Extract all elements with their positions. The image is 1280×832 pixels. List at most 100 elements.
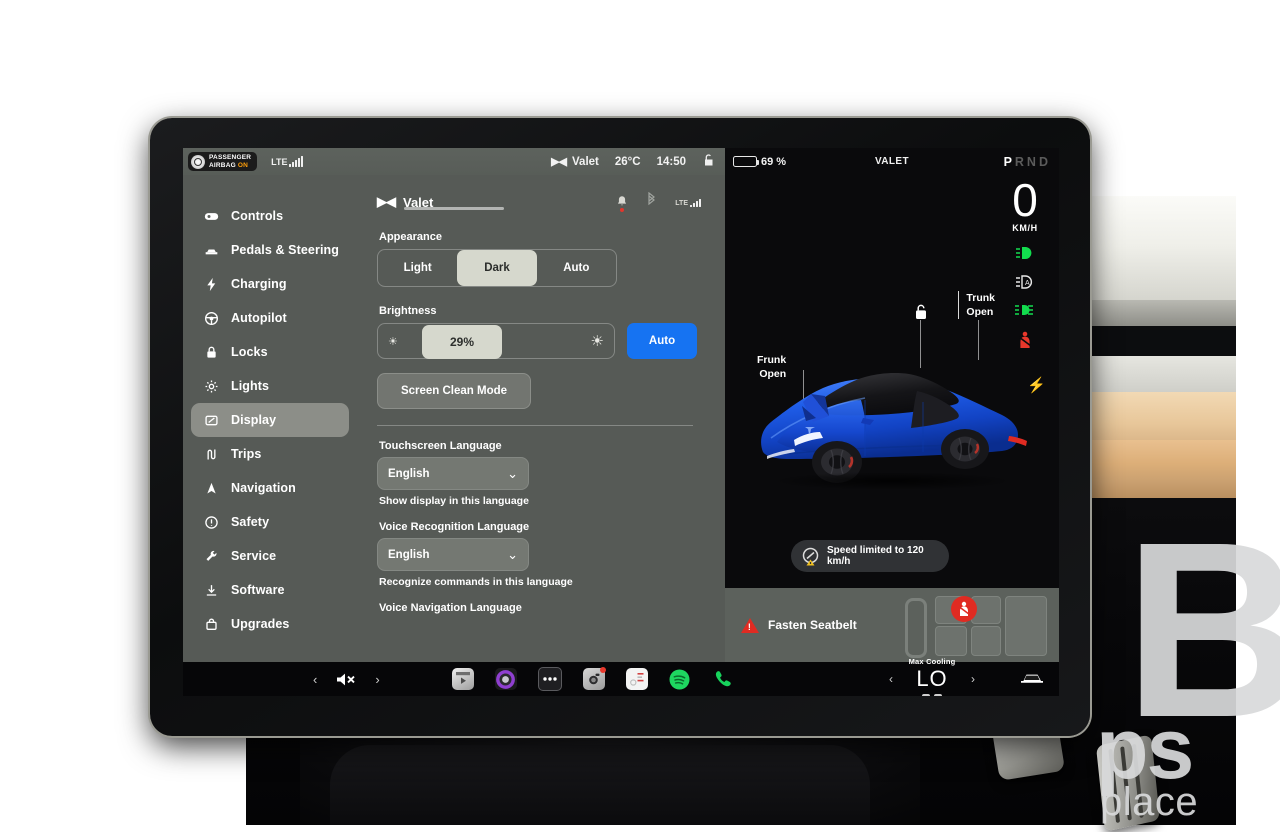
sidebar-item-display[interactable]: Display [191,403,349,437]
appearance-option-dark[interactable]: Dark [457,250,537,286]
wrench-icon [203,548,219,564]
volume-mute-icon[interactable] [335,672,357,687]
speed-limit-notice[interactable]: Speed limited to 120 km/h [791,540,949,572]
more-apps-icon[interactable] [537,667,562,691]
chevron-down-icon: ⌄ [507,465,518,481]
brightness-label: Brightness [379,305,437,317]
sidebar-item-trips[interactable]: Trips [191,437,349,471]
sidebar-item-controls[interactable]: Controls [191,199,349,233]
airbag-icon [191,154,205,169]
app-launcher [451,667,734,691]
speed-value: 0 [1012,174,1038,226]
lock-icon [203,344,219,360]
spotify-app-icon[interactable] [669,668,691,690]
sidebar-item-upgrades[interactable]: Upgrades [191,607,349,641]
climate-temperature[interactable]: Max Cooling LO [903,657,961,696]
seat-passenger-back [971,626,1001,656]
tesla-touchscreen[interactable]: PASSENGER AIRBAG ON LTE ▶◀ Valet 26°C 14… [183,148,1059,696]
valet-status[interactable]: ▶◀ Valet [551,155,599,169]
gear-selected: P [1003,154,1015,169]
media-app-icon[interactable] [494,668,517,690]
tesla-toybox-icon[interactable] [625,668,648,690]
sidebar-item-service[interactable]: Service [191,539,349,573]
bluetooth-icon[interactable] [646,191,657,212]
top-status-bar: PASSENGER AIRBAG ON LTE ▶◀ Valet 26°C 14… [183,148,725,175]
settings-pane: PASSENGER AIRBAG ON LTE ▶◀ Valet 26°C 14… [183,148,725,662]
sidebar-label: Charging [231,277,287,291]
valet-icon: ▶◀ [377,194,396,209]
climate-prev-button[interactable]: ‹ [889,672,893,686]
fog-light-icon [1014,304,1036,320]
indicator-lights: A [1001,246,1049,353]
sidebar-item-charging[interactable]: Charging [191,267,349,301]
passenger-airbag-badge: PASSENGER AIRBAG ON [188,152,258,171]
battery-indicator[interactable]: 69 % [733,156,786,168]
sidebar-item-autopilot[interactable]: Autopilot [191,301,349,335]
sidebar-label: Autopilot [231,311,287,325]
lte-label: LTE [675,199,688,207]
bag-icon [203,616,219,632]
notifications-bell-icon[interactable] [616,195,628,212]
sidebar-label: Service [231,549,277,563]
unlock-icon[interactable] [702,153,715,170]
car-shadow [773,472,1011,490]
toggle-icon [203,208,219,224]
sidebar-label: Pedals & Steering [231,243,339,257]
warning-triangle-icon [741,617,759,633]
vehicle-illustration[interactable] [747,344,1037,504]
speed-unit: KM/H [1012,223,1038,233]
bolt-icon [203,276,219,292]
sidebar-item-navigation[interactable]: Navigation [191,471,349,505]
page-title-text: Valet [403,194,434,210]
sidebar-item-lights[interactable]: Lights [191,369,349,403]
touchscreen-language-value: English [388,467,430,480]
sidebar-label: Locks [231,345,268,359]
lte-indicator: LTE [675,198,701,207]
voice-recognition-language-hint: Recognize commands in this language [379,576,573,588]
steering-wheel-diagram [905,598,927,658]
volume-prev-button[interactable]: ‹ [313,672,317,687]
volume-next-button[interactable]: › [375,672,379,687]
lock-icon[interactable] [913,303,929,326]
temperature-display[interactable]: 26°C [615,156,641,168]
settings-panel: Controls Pedals & Steering Charging Auto… [183,175,725,662]
sidebar-label: Software [231,583,285,597]
climate-controls: ‹ Max Cooling LO › [889,657,1059,696]
voice-recognition-language-select[interactable]: English ⌄ [377,538,529,571]
climate-next-button[interactable]: › [971,672,975,686]
touchscreen-language-label: Touchscreen Language [379,440,502,452]
high-beam-icon [1015,246,1035,264]
camera-app-icon[interactable] [582,667,606,690]
display-settings-content: ▶◀ Valet LTE Appearance Light Dark Auto … [357,175,725,662]
brightness-auto-button[interactable]: Auto [627,323,697,359]
phone-app-icon[interactable] [712,668,734,690]
vehicle-status-bar: 69 % VALET PRND [725,148,1059,175]
sidebar-item-locks[interactable]: Locks [191,335,349,369]
page-title: ▶◀ Valet [377,194,433,210]
voice-navigation-language-label: Voice Navigation Language [379,602,522,614]
bottom-taskbar: ‹ › ‹ Max Cooling LO › [183,657,1059,696]
notification-dot [620,208,625,212]
sidebar-item-pedals-steering[interactable]: Pedals & Steering [191,233,349,267]
brightness-value: 29% [422,325,502,359]
sidebar-item-safety[interactable]: Safety [191,505,349,539]
gear-selector: PRND [1003,154,1051,169]
sidebar-label: Safety [231,515,270,529]
theater-app-icon[interactable] [451,668,474,690]
vent-icons[interactable] [903,694,961,696]
appearance-option-auto[interactable]: Auto [537,250,616,286]
screen-clean-mode-button[interactable]: Screen Clean Mode [377,373,531,409]
chevron-down-icon: ⌄ [507,546,518,562]
appearance-option-light[interactable]: Light [378,250,457,286]
volume-controls: ‹ › [313,672,380,687]
fasten-seatbelt-warning: Fasten Seatbelt [741,617,857,633]
brightness-slider[interactable]: ☀ 29% ☀ [377,323,615,359]
valet-mode-label: VALET [874,156,910,167]
appearance-segmented-control[interactable]: Light Dark Auto [377,249,617,287]
car-icon[interactable] [1019,670,1045,688]
download-icon [203,582,219,598]
sidebar-item-software[interactable]: Software [191,573,349,607]
signal-bars-icon [289,156,304,167]
touchscreen-language-select[interactable]: English ⌄ [377,457,529,490]
settings-sidebar: Controls Pedals & Steering Charging Auto… [183,175,357,662]
